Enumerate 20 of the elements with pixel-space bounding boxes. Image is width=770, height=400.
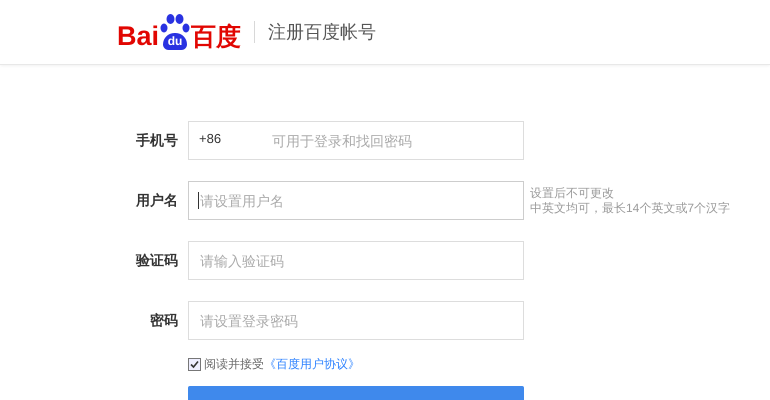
input-field[interactable]: 请设置用户名 <box>188 181 524 220</box>
logo-text: 百度 <box>191 25 242 50</box>
agreement-checkbox[interactable] <box>188 358 201 370</box>
text-cursor <box>198 192 199 209</box>
logo-badge: du <box>163 33 188 50</box>
agreement-link[interactable]: 《百度用户协议》 <box>264 355 360 373</box>
check-icon <box>190 360 199 368</box>
field-label: 密码 <box>149 311 178 330</box>
agreement-text: 阅读并接受 <box>204 356 264 373</box>
input-field[interactable]: 请输入验证码 <box>188 241 524 280</box>
field-label: 手机号 <box>135 131 178 150</box>
page-title: 注册百度帐号 <box>268 20 376 44</box>
field-label: 验证码 <box>134 251 178 270</box>
input-field[interactable]: 请设置登录密码 <box>188 301 524 340</box>
country-code: +86 <box>199 132 222 145</box>
hint-text: 设置后不可更改 <box>530 186 615 200</box>
hint-text: 中英文均可，最长14个英文或7个汉字 <box>530 200 730 216</box>
logo-text: Bai <box>117 23 160 50</box>
paw-toes-icon <box>160 14 190 34</box>
field-label: 用户名 <box>134 191 178 210</box>
